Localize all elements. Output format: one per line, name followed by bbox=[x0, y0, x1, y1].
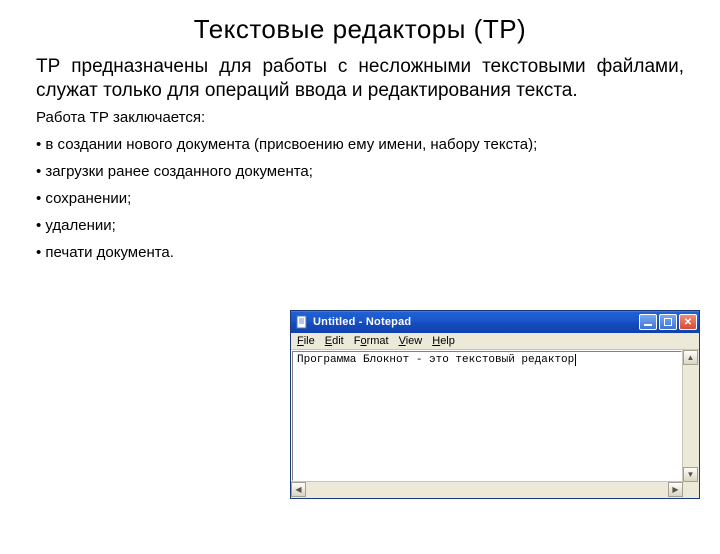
menu-format[interactable]: Format bbox=[354, 335, 389, 347]
notepad-window: Untitled - Notepad ✕ File Edit Format Vi… bbox=[290, 310, 700, 499]
bullet-item: • печати документа. bbox=[36, 244, 684, 261]
horizontal-scrollbar[interactable]: ◀ ▶ bbox=[291, 481, 683, 498]
scroll-left-button[interactable]: ◀ bbox=[291, 482, 306, 497]
slide-title: Текстовые редакторы (ТР) bbox=[40, 14, 680, 45]
scroll-right-button[interactable]: ▶ bbox=[668, 482, 683, 497]
scroll-corner bbox=[683, 482, 699, 498]
notepad-titlebar[interactable]: Untitled - Notepad ✕ bbox=[291, 311, 699, 333]
notepad-app-icon bbox=[295, 315, 309, 329]
menu-file[interactable]: File bbox=[297, 335, 315, 347]
close-button[interactable]: ✕ bbox=[679, 314, 697, 330]
subheading: Работа ТР заключается: bbox=[36, 109, 684, 126]
vertical-scrollbar[interactable]: ▲ ▼ bbox=[682, 350, 699, 482]
menu-view[interactable]: View bbox=[399, 335, 423, 347]
bullet-item: • сохранении; bbox=[36, 190, 684, 207]
minimize-button[interactable] bbox=[639, 314, 657, 330]
menu-edit[interactable]: Edit bbox=[325, 335, 344, 347]
intro-paragraph: ТР предназначены для работы с несложными… bbox=[36, 55, 684, 103]
bullet-item: • в создании нового документа (присвоени… bbox=[36, 136, 684, 153]
window-control-buttons: ✕ bbox=[639, 314, 697, 330]
bullet-item: • удалении; bbox=[36, 217, 684, 234]
maximize-button[interactable] bbox=[659, 314, 677, 330]
notepad-menubar: File Edit Format View Help bbox=[291, 333, 699, 350]
scroll-down-button[interactable]: ▼ bbox=[683, 467, 698, 482]
text-caret-icon bbox=[575, 354, 576, 366]
scroll-up-button[interactable]: ▲ bbox=[683, 350, 698, 365]
notepad-title-text: Untitled - Notepad bbox=[313, 316, 639, 328]
notepad-client-area: Программа Блокнот - это текстовый редакт… bbox=[291, 350, 699, 498]
menu-help[interactable]: Help bbox=[432, 335, 455, 347]
bullet-item: • загрузки ранее созданного документа; bbox=[36, 163, 684, 180]
notepad-text-content: Программа Блокнот - это текстовый редакт… bbox=[297, 354, 574, 366]
notepad-text-area[interactable]: Программа Блокнот - это текстовый редакт… bbox=[292, 351, 682, 481]
